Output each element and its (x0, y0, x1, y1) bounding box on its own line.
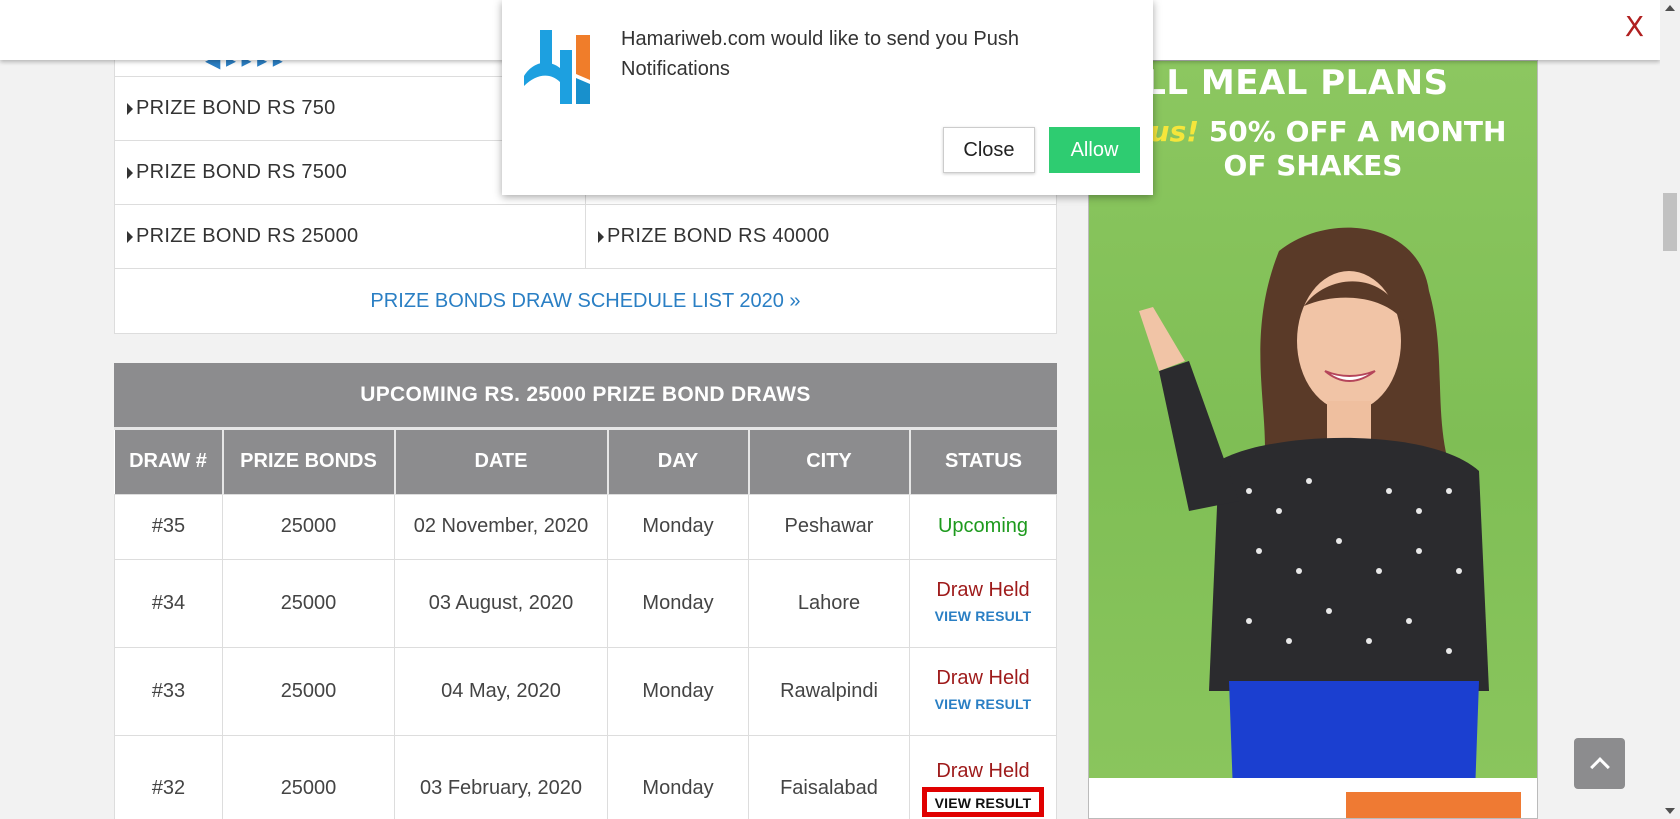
header-date: DATE (394, 430, 609, 494)
header-prize-bonds: PRIZE BONDS (222, 430, 396, 494)
upcoming-draws-table: UPCOMING RS. 25000 PRIZE BOND DRAWS DRAW… (114, 363, 1057, 819)
table-caption: UPCOMING RS. 25000 PRIZE BOND DRAWS (114, 363, 1057, 430)
cell-day: Monday (607, 734, 749, 819)
status-draw-held: Draw Held (936, 667, 1030, 689)
caret-right-icon (127, 102, 133, 115)
cell-draw: #32 (114, 734, 223, 819)
chevron-up-icon (1589, 756, 1610, 777)
cell-day: Monday (607, 558, 749, 648)
cell-draw: #34 (114, 558, 223, 648)
table-header-row: DRAW # PRIZE BONDS DATE DAY CITY STATUS (114, 430, 1057, 494)
view-result-link[interactable]: VIEW RESULT (935, 696, 1032, 712)
ad-subheadline: Plus! 50% OFF A MONTH OF SHAKES (1089, 115, 1537, 183)
cell-draw: #33 (114, 646, 223, 736)
page-scrollbar[interactable] (1660, 0, 1680, 819)
bond-link-row: PRIZE BOND RS 25000 PRIZE BOND RS 40000 (115, 205, 1056, 269)
cell-date: 02 November, 2020 (394, 493, 608, 560)
view-result-link-highlighted[interactable]: VIEW RESULT (921, 786, 1045, 817)
cell-status: Draw Held VIEW RESULT (909, 734, 1057, 819)
bond-link-25000[interactable]: PRIZE BOND RS 25000 (115, 205, 585, 268)
scroll-up-arrow-icon[interactable] (1665, 5, 1675, 11)
cell-date: 03 February, 2020 (394, 734, 608, 819)
ad-offer-line1: 50% OFF A MONTH (1208, 115, 1507, 148)
back-to-top-button[interactable] (1574, 738, 1625, 789)
push-message: Hamariweb.com would like to send you Pus… (621, 28, 1019, 80)
status-draw-held: Draw Held (936, 759, 1030, 782)
scrollbar-thumb[interactable] (1663, 193, 1677, 251)
advertisement-banner[interactable]: ALL MEAL PLANS Plus! 50% OFF A MONTH OF … (1088, 60, 1538, 819)
cell-bonds: 25000 (222, 734, 395, 819)
push-notification-dialog: Hamariweb.com would like to send you Pus… (502, 0, 1153, 195)
cell-city: Faisalabad (748, 734, 910, 819)
header-status: STATUS (909, 430, 1057, 494)
cell-day: Monday (607, 493, 749, 560)
table-row: #33 25000 04 May, 2020 Monday Rawalpindi… (114, 646, 1057, 736)
scroll-down-arrow-icon[interactable] (1665, 808, 1675, 814)
table-row: #34 25000 03 August, 2020 Monday Lahore … (114, 558, 1057, 648)
cell-date: 03 August, 2020 (394, 558, 608, 648)
hamariweb-logo-icon (524, 30, 590, 104)
cell-bonds: 25000 (222, 646, 395, 736)
header-draw: DRAW # (114, 430, 224, 494)
ad-woman-image (1139, 227, 1489, 818)
caret-right-icon (598, 230, 604, 243)
cell-bonds: 25000 (222, 493, 395, 560)
cell-status: Draw Held VIEW RESULT (909, 558, 1057, 648)
push-close-button[interactable]: Close (943, 127, 1035, 173)
caret-right-icon (127, 230, 133, 243)
cell-city: Peshawar (748, 493, 910, 560)
status-draw-held: Draw Held (936, 579, 1030, 601)
draw-schedule-link[interactable]: PRIZE BONDS DRAW SCHEDULE LIST 2020 » (115, 269, 1056, 333)
cell-status: Upcoming (909, 493, 1057, 560)
status-upcoming: Upcoming (937, 515, 1029, 537)
cell-date: 04 May, 2020 (394, 646, 608, 736)
ad-cta-block[interactable] (1346, 792, 1521, 818)
header-city: CITY (748, 430, 911, 494)
cell-city: Lahore (748, 558, 910, 648)
table-row: #32 25000 03 February, 2020 Monday Faisa… (114, 734, 1057, 819)
push-allow-button[interactable]: Allow (1049, 127, 1140, 173)
table-row: #35 25000 02 November, 2020 Monday Pesha… (114, 493, 1057, 560)
cell-day: Monday (607, 646, 749, 736)
caret-right-icon (127, 166, 133, 179)
ad-offer-line2: OF SHAKES (1223, 149, 1403, 182)
ad-footer (1089, 778, 1537, 818)
view-result-link[interactable]: VIEW RESULT (935, 608, 1032, 624)
cell-bonds: 25000 (222, 558, 395, 648)
cell-city: Rawalpindi (748, 646, 910, 736)
cell-status: Draw Held VIEW RESULT (909, 646, 1057, 736)
header-day: DAY (607, 430, 750, 494)
cell-draw: #35 (114, 493, 223, 560)
close-bar-button[interactable]: X (1625, 10, 1644, 43)
bond-link-40000[interactable]: PRIZE BOND RS 40000 (585, 205, 1056, 268)
